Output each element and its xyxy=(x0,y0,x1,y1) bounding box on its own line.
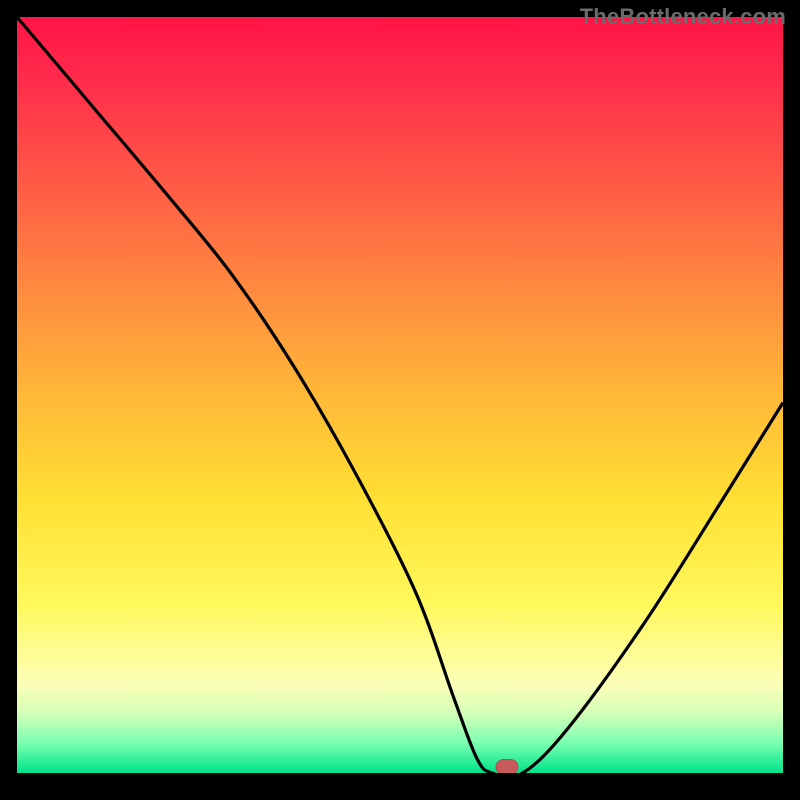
bottleneck-curve xyxy=(17,17,783,773)
optimal-point-marker xyxy=(496,759,519,773)
plot-area xyxy=(17,17,783,773)
chart-frame: TheBottleneck.com xyxy=(0,0,800,800)
watermark-text: TheBottleneck.com xyxy=(580,4,786,30)
